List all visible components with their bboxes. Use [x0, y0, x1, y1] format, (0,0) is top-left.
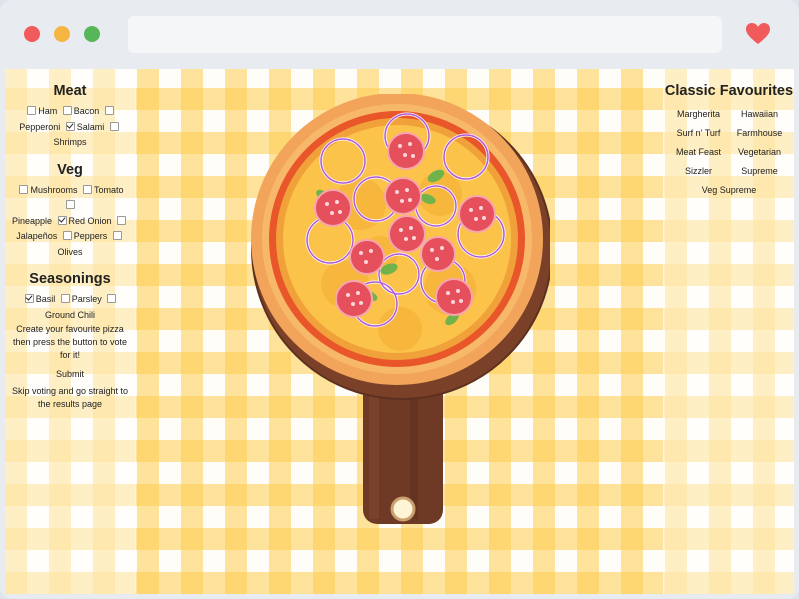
ground-chili-checkbox[interactable] — [107, 294, 117, 304]
ground-chili-label: Ground Chili — [44, 309, 96, 320]
submit-button[interactable]: Submit — [5, 368, 135, 381]
seasonings-options: Basil Parsley Ground Chili — [5, 292, 135, 323]
toppings-panel: Meat Ham Bacon Pepperoni Salami Shrimps … — [5, 69, 135, 594]
pineapple-label: Pineapple — [11, 215, 52, 226]
favourite-hawaiian[interactable]: Hawaiian — [729, 107, 790, 121]
classic-favourites-heading: Classic Favourites — [664, 83, 794, 99]
pineapple-checkbox[interactable] — [66, 200, 75, 210]
favourites-list: Margherita Hawaiian Surf n' Turf Farmhou… — [664, 107, 794, 197]
favourite-margherita[interactable]: Margherita — [668, 107, 729, 121]
basil-checkbox[interactable] — [24, 294, 34, 304]
shrimps-label: Shrimps — [53, 137, 87, 147]
meat-heading: Meat — [53, 83, 87, 99]
tomato-label: Tomato — [94, 184, 124, 195]
bacon-option[interactable]: Bacon — [60, 106, 100, 116]
salami-checkbox[interactable] — [65, 121, 75, 131]
basil-label: Basil — [35, 294, 56, 304]
ham-checkbox[interactable] — [27, 106, 37, 116]
meat-options: Ham Bacon Pepperoni Salami Shrimps — [5, 104, 135, 151]
browser-titlebar — [0, 0, 799, 68]
favourite-farmhouse[interactable]: Farmhouse — [729, 126, 790, 140]
heart-icon[interactable] — [745, 22, 771, 46]
parsley-label: Parsley — [71, 294, 102, 304]
jalapenos-checkbox[interactable] — [117, 215, 127, 225]
pepperoni-checkbox[interactable] — [104, 106, 114, 116]
classic-favourites-panel: Classic Favourites Margherita Hawaiian S… — [664, 69, 794, 594]
address-bar[interactable] — [128, 16, 722, 53]
mushrooms-label: Mushrooms — [30, 184, 78, 195]
favourite-supreme[interactable]: Supreme — [729, 164, 790, 178]
mushrooms-checkbox[interactable] — [19, 184, 29, 194]
olives-label: Olives — [57, 246, 83, 257]
veg-heading: Veg — [57, 161, 83, 178]
salami-label: Salami — [76, 121, 105, 132]
shrimps-checkbox[interactable] — [109, 121, 119, 131]
veg-options: Mushrooms Tomato Pineapple Red Onion Jal… — [5, 183, 135, 261]
maximize-window-button[interactable] — [84, 26, 100, 42]
close-window-button[interactable] — [24, 26, 40, 42]
olives-checkbox[interactable] — [112, 231, 122, 241]
ham-option[interactable]: Ham — [24, 106, 57, 116]
bacon-checkbox[interactable] — [62, 106, 72, 116]
ham-label: Ham — [38, 106, 58, 116]
favourite-surf-n-turf[interactable]: Surf n' Turf — [668, 126, 729, 140]
red-onion-checkbox[interactable] — [57, 215, 67, 225]
minimize-window-button[interactable] — [54, 26, 70, 42]
tomato-checkbox[interactable] — [83, 184, 92, 194]
jalapenos-label: Jalapeños — [16, 231, 58, 241]
bacon-label: Bacon — [73, 106, 100, 116]
favourite-meat-feast[interactable]: Meat Feast — [668, 145, 729, 159]
red-onion-label: Red Onion — [68, 215, 112, 226]
browser-window: Meat Ham Bacon Pepperoni Salami Shrimps … — [0, 0, 799, 599]
favourite-sizzler[interactable]: Sizzler — [668, 164, 729, 178]
parsley-checkbox[interactable] — [60, 294, 70, 304]
favourite-vegetarian[interactable]: Vegetarian — [729, 145, 790, 159]
create-pizza-note: Create your favourite pizza then press t… — [12, 324, 128, 360]
skip-voting-link[interactable]: Skip voting and go straight to the resul… — [5, 385, 135, 411]
page-content: Meat Ham Bacon Pepperoni Salami Shrimps … — [5, 69, 794, 594]
peppers-label: Peppers — [73, 231, 108, 241]
pepperoni-label: Pepperoni — [19, 121, 61, 132]
favourite-veg-supreme[interactable]: Veg Supreme — [668, 183, 790, 197]
pizza-illustration — [251, 94, 550, 524]
peppers-checkbox[interactable] — [62, 231, 72, 241]
seasonings-heading: Seasonings — [29, 271, 111, 287]
salami-option[interactable]: Salami — [63, 121, 105, 132]
